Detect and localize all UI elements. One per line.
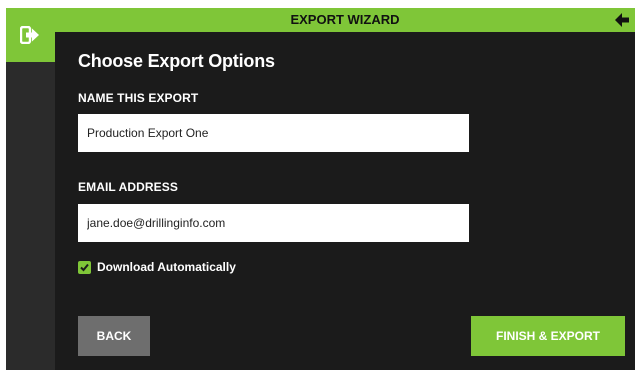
rail-toggle-button[interactable] bbox=[6, 8, 55, 62]
wizard-title: EXPORT WIZARD bbox=[290, 12, 400, 27]
sign-out-icon bbox=[20, 26, 39, 44]
page-title: Choose Export Options bbox=[78, 51, 275, 71]
export-name-label: NAME THIS EXPORT bbox=[78, 91, 199, 105]
export-name-input[interactable] bbox=[78, 114, 469, 152]
finish-export-button[interactable]: FINISH & EXPORT bbox=[471, 316, 625, 356]
wizard-titlebar: EXPORT WIZARD bbox=[55, 8, 635, 32]
export-wizard-window: EXPORT WIZARD Choose Export Options NAME… bbox=[6, 8, 635, 370]
arrow-left-icon[interactable] bbox=[615, 13, 629, 27]
download-automatically-option[interactable]: Download Automatically bbox=[78, 259, 236, 275]
checkmark-icon bbox=[80, 263, 89, 271]
email-input[interactable] bbox=[78, 204, 469, 242]
side-rail bbox=[6, 8, 55, 370]
download-checkbox-label: Download Automatically bbox=[97, 260, 236, 274]
download-checkbox[interactable] bbox=[78, 260, 91, 274]
back-button[interactable]: BACK bbox=[78, 316, 150, 356]
wizard-panel: EXPORT WIZARD Choose Export Options NAME… bbox=[55, 8, 635, 370]
email-label: EMAIL ADDRESS bbox=[78, 180, 178, 194]
